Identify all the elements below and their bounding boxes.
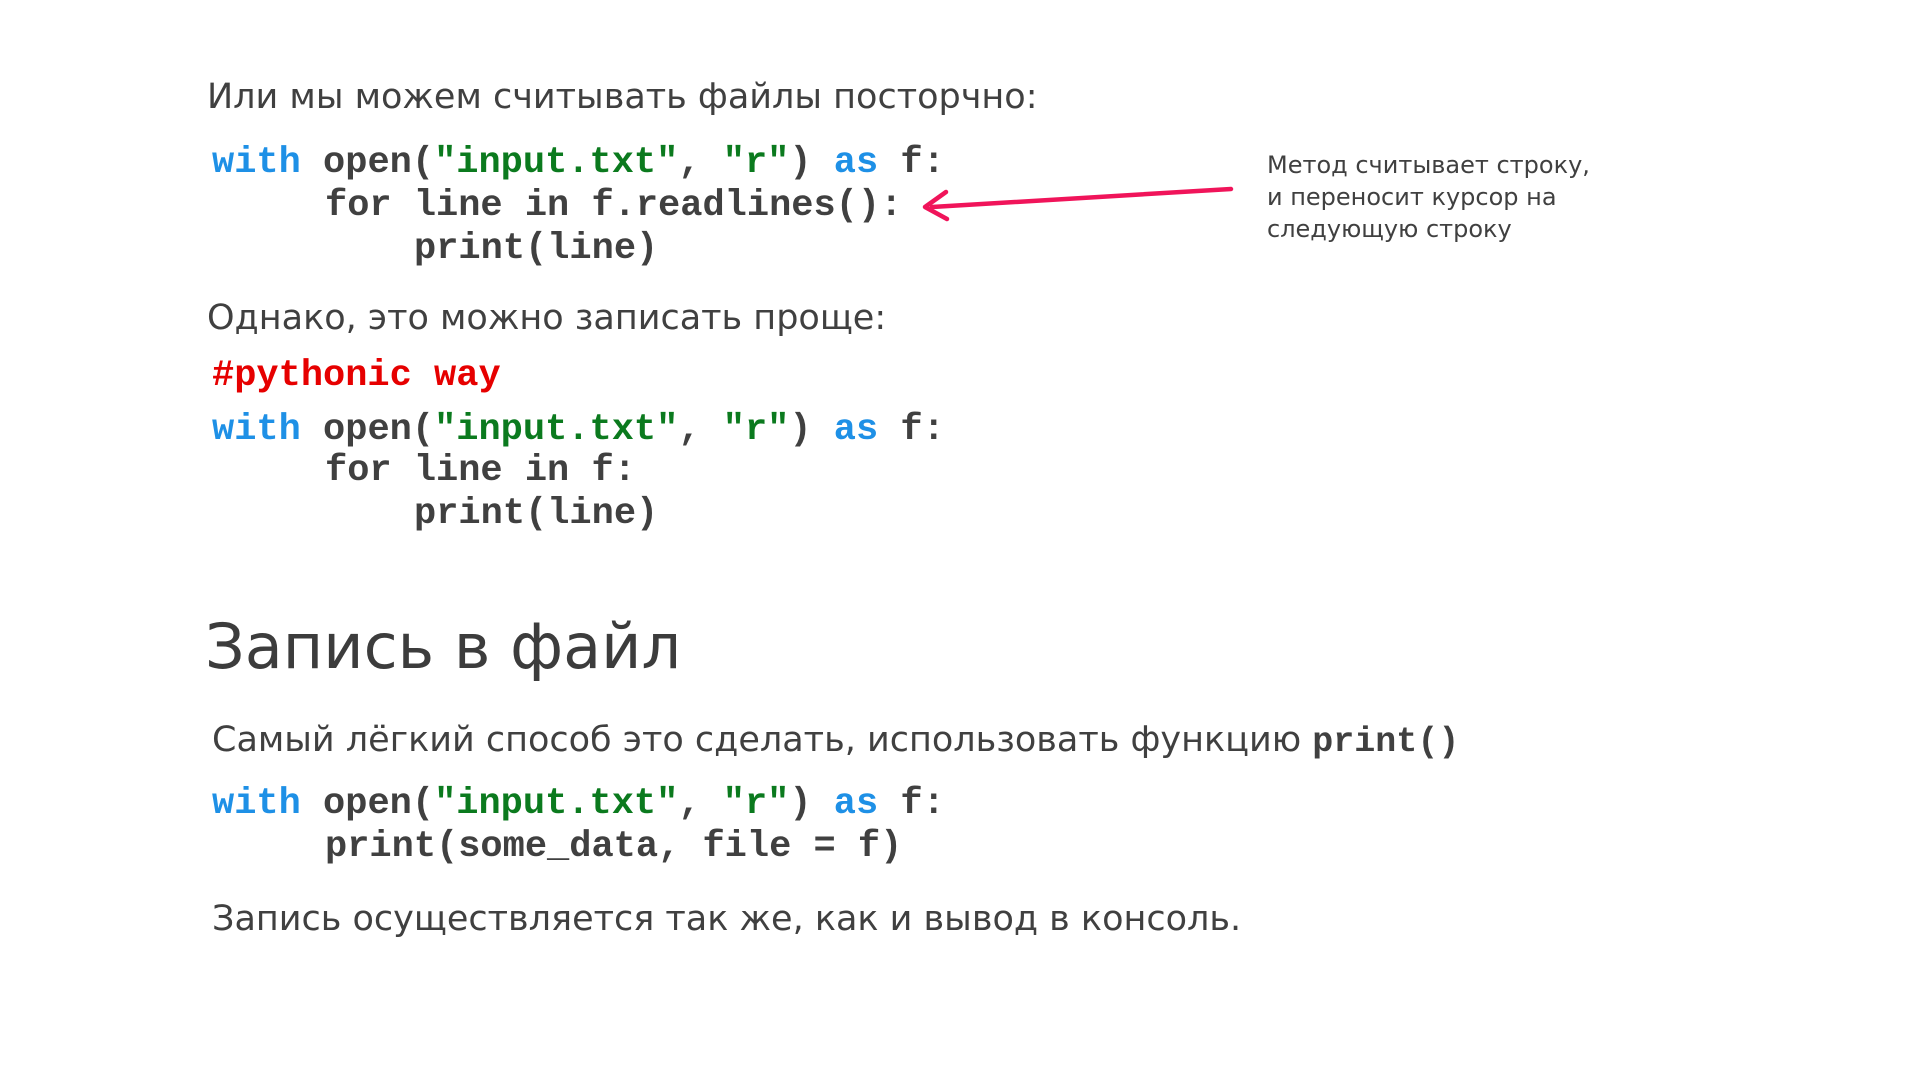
code-keyword-as: as — [833, 142, 879, 184]
annotation-line-2: и переносит курсор на — [1267, 183, 1557, 211]
code-text: , — [678, 142, 723, 184]
code-keyword-as: as — [833, 409, 879, 451]
code-text: ) — [789, 409, 834, 451]
code-keyword-as: as — [833, 783, 879, 825]
code-text: , — [678, 783, 723, 825]
code-block-2-line-1: with open("input.txt", "r") as f: — [212, 408, 945, 452]
section-description-code: print() — [1312, 722, 1460, 762]
code-string: "r" — [722, 409, 790, 451]
code-keyword-with: with — [212, 142, 301, 184]
code-block-1-line-2: for line in f.readlines(): — [325, 185, 903, 227]
section-description-text: Самый лёгкий способ это сделать, использ… — [212, 720, 1313, 760]
code-block-1-line-3: print(line) — [414, 228, 659, 270]
section-title: Запись в файл — [205, 610, 682, 683]
code-string: "input.txt" — [434, 142, 679, 184]
code-text: open( — [300, 409, 435, 451]
code-keyword-with: with — [212, 783, 301, 825]
code-text: ) — [789, 142, 834, 184]
section-description: Самый лёгкий способ это сделать, использ… — [212, 718, 1459, 764]
code-text: ) — [789, 783, 834, 825]
arrow-head-icon — [922, 189, 950, 222]
code-text: , — [678, 409, 723, 451]
arrow-shaft — [929, 186, 1234, 210]
code-string: "r" — [722, 142, 790, 184]
code-text: f: — [878, 783, 945, 825]
slide: Или мы можем считывать файлы посторчно: … — [0, 0, 1920, 1080]
code-text: open( — [300, 142, 435, 184]
code-block-3-line-1: with open("input.txt", "r") as f: — [212, 782, 945, 826]
intro-simpler: Однако, это можно записать проще: — [207, 298, 887, 338]
code-string: "r" — [722, 783, 790, 825]
code-block-1-line-1: with open("input.txt", "r") as f: — [212, 141, 945, 185]
footer-text: Запись осуществляется так же, как и выво… — [212, 899, 1242, 939]
code-string: "input.txt" — [434, 783, 679, 825]
code-comment: #pythonic way — [212, 355, 501, 397]
code-keyword-with: with — [212, 409, 301, 451]
code-block-2-line-3: print(line) — [414, 493, 659, 535]
intro-line-by-line: Или мы можем считывать файлы посторчно: — [207, 77, 1038, 117]
code-block-2-line-2: for line in f: — [325, 450, 636, 492]
code-text: f: — [878, 142, 945, 184]
code-text: f: — [878, 409, 945, 451]
code-text: open( — [300, 783, 435, 825]
annotation-line-1: Метод считывает строку, — [1267, 151, 1590, 179]
annotation-line-3: следующую строку — [1267, 215, 1512, 243]
code-block-3-line-2: print(some_data, file = f) — [325, 826, 903, 868]
code-string: "input.txt" — [434, 409, 679, 451]
